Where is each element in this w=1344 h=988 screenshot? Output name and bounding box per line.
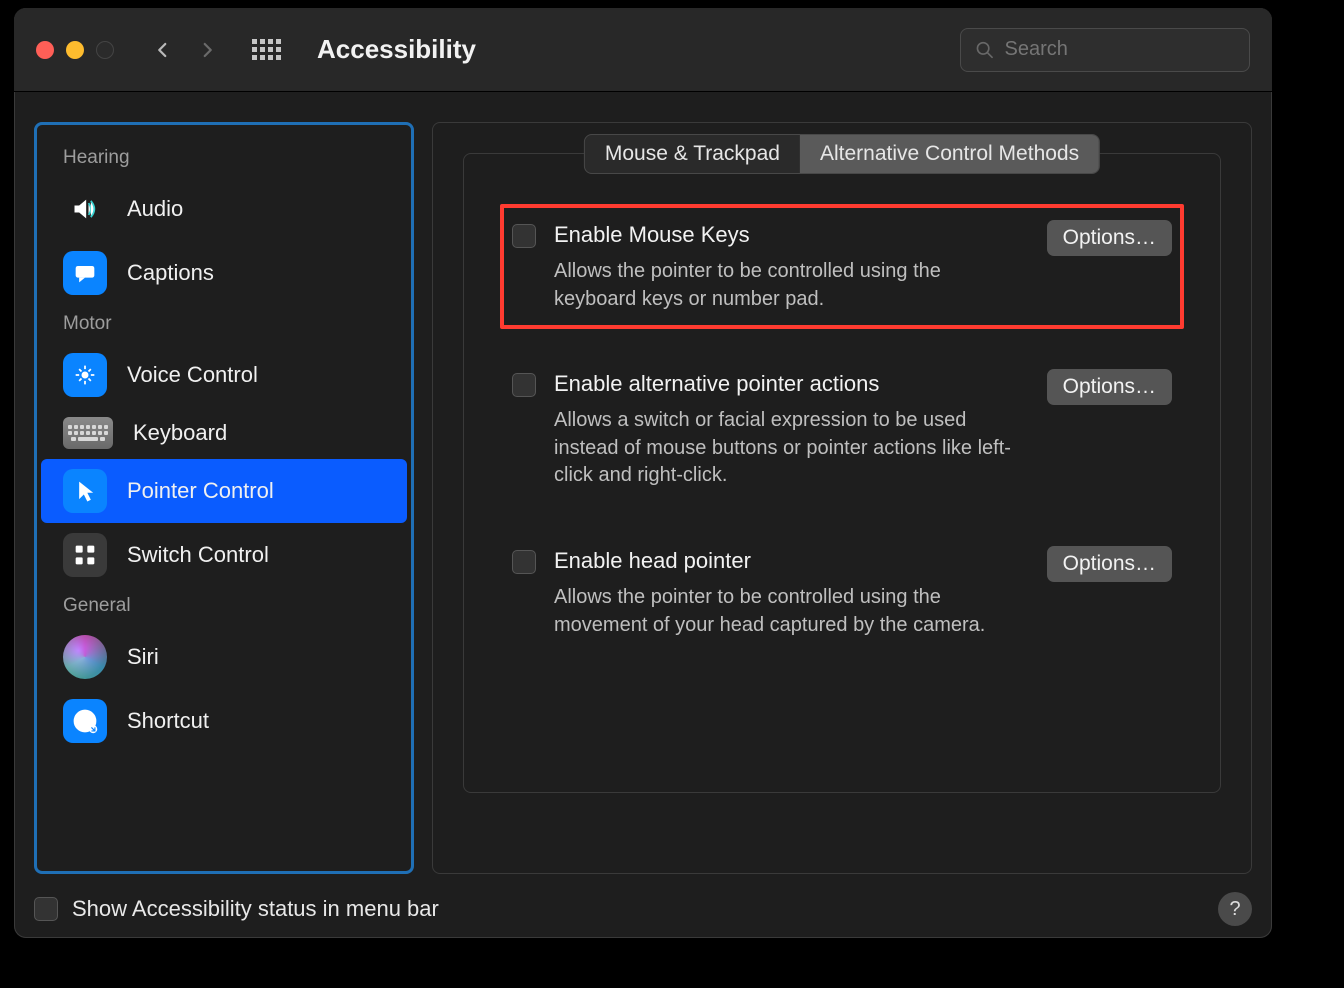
sidebar: Hearing Audio Captions Motor Voice Contr… [34, 122, 414, 874]
option-mouse-keys: Enable Mouse Keys Allows the pointer to … [500, 204, 1184, 329]
sidebar-item-label: Siri [127, 644, 159, 670]
toolbar: Accessibility [14, 8, 1272, 92]
captions-icon [63, 251, 107, 295]
close-window-button[interactable] [36, 41, 54, 59]
options-button-alt-pointer[interactable]: Options… [1047, 369, 1172, 405]
options-button-mouse-keys[interactable]: Options… [1047, 220, 1172, 256]
sidebar-item-shortcut[interactable]: Shortcut [41, 689, 407, 753]
footer: Show Accessibility status in menu bar ? [34, 892, 1252, 926]
sidebar-item-switch-control[interactable]: Switch Control [41, 523, 407, 587]
sidebar-item-pointer-control[interactable]: Pointer Control [41, 459, 407, 523]
options-button-head-pointer[interactable]: Options… [1047, 546, 1172, 582]
back-button[interactable] [154, 41, 172, 59]
option-title: Enable Mouse Keys [554, 222, 1029, 248]
option-head-pointer: Enable head pointer Allows the pointer t… [500, 530, 1184, 655]
voice-control-icon [63, 353, 107, 397]
checkbox-head-pointer[interactable] [512, 550, 536, 574]
preferences-window: Accessibility Hearing Audio Captions Mot… [14, 8, 1272, 938]
sidebar-section-motor: Motor [41, 305, 407, 343]
siri-icon [63, 635, 107, 679]
sidebar-item-audio[interactable]: Audio [41, 177, 407, 241]
settings-group: Mouse & Trackpad Alternative Control Met… [463, 153, 1221, 793]
nav-arrows [154, 41, 216, 59]
show-all-icon[interactable] [252, 39, 281, 60]
tab-bar: Mouse & Trackpad Alternative Control Met… [584, 134, 1100, 174]
option-description: Allows a switch or facial expression to … [554, 407, 1029, 490]
sidebar-item-voice-control[interactable]: Voice Control [41, 343, 407, 407]
footer-label: Show Accessibility status in menu bar [72, 896, 1204, 922]
sidebar-item-captions[interactable]: Captions [41, 241, 407, 305]
checkbox-mouse-keys[interactable] [512, 224, 536, 248]
option-description: Allows the pointer to be controlled usin… [554, 584, 1029, 639]
speaker-icon [63, 187, 107, 231]
sidebar-item-label: Voice Control [127, 362, 258, 388]
sidebar-item-siri[interactable]: Siri [41, 625, 407, 689]
sidebar-item-label: Keyboard [133, 420, 227, 446]
keyboard-icon [63, 417, 113, 449]
main-panel: Mouse & Trackpad Alternative Control Met… [432, 122, 1252, 874]
forward-button[interactable] [198, 41, 216, 59]
sidebar-section-hearing: Hearing [41, 139, 407, 177]
sidebar-item-label: Shortcut [127, 708, 209, 734]
checkbox-status-menubar[interactable] [34, 897, 58, 921]
help-button[interactable]: ? [1218, 892, 1252, 926]
checkbox-alt-pointer[interactable] [512, 373, 536, 397]
sidebar-section-general: General [41, 587, 407, 625]
option-title: Enable head pointer [554, 548, 1029, 574]
minimize-window-button[interactable] [66, 41, 84, 59]
sidebar-item-label: Pointer Control [127, 478, 274, 504]
option-description: Allows the pointer to be controlled usin… [554, 258, 1029, 313]
traffic-lights [36, 41, 114, 59]
search-input[interactable] [1005, 38, 1236, 61]
option-title: Enable alternative pointer actions [554, 371, 1029, 397]
switch-control-icon [63, 533, 107, 577]
option-alternative-pointer-actions: Enable alternative pointer actions Allow… [500, 353, 1184, 506]
zoom-window-button[interactable] [96, 41, 114, 59]
page-title: Accessibility [317, 34, 944, 65]
accessibility-shortcut-icon [63, 699, 107, 743]
search-icon [975, 39, 995, 61]
search-field-wrap[interactable] [960, 28, 1250, 72]
sidebar-item-label: Captions [127, 260, 214, 286]
pointer-icon [63, 469, 107, 513]
sidebar-item-keyboard[interactable]: Keyboard [41, 407, 407, 459]
sidebar-item-label: Audio [127, 196, 183, 222]
tab-alternative-control-methods[interactable]: Alternative Control Methods [800, 135, 1099, 173]
tab-mouse-trackpad[interactable]: Mouse & Trackpad [585, 135, 800, 173]
sidebar-item-label: Switch Control [127, 542, 269, 568]
